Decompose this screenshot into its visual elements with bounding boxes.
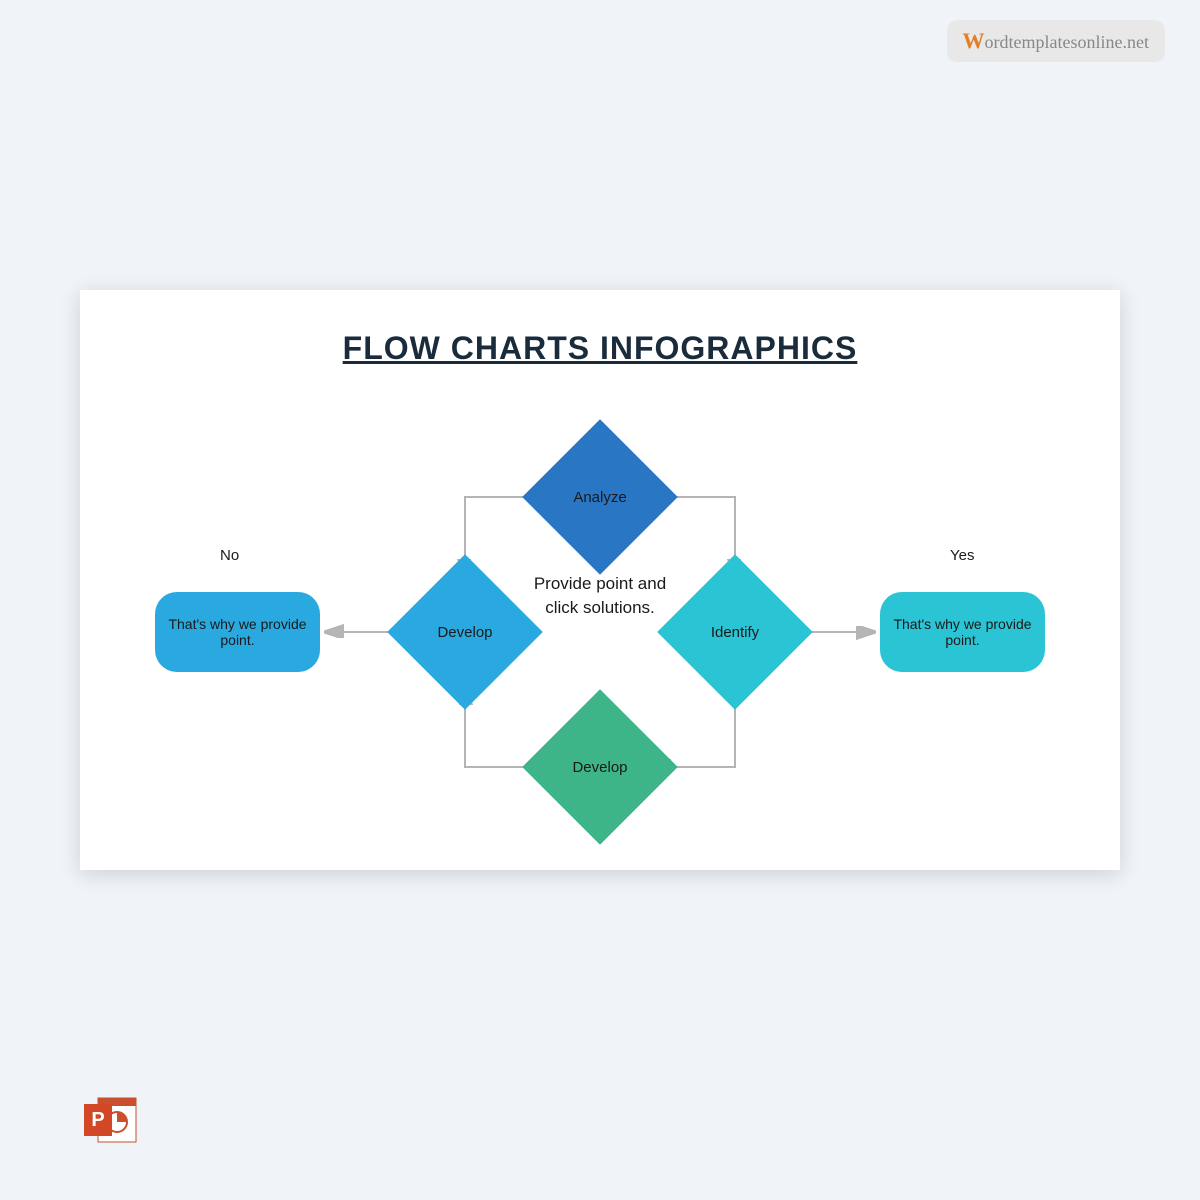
outcome-yes-text: That's why we provide point.	[890, 616, 1035, 648]
node-analyze-label: Analyze	[573, 489, 626, 506]
outcome-no-box: That's why we provide point.	[155, 592, 320, 672]
powerpoint-icon: P	[80, 1090, 140, 1150]
node-identify-label: Identify	[711, 624, 759, 641]
node-analyze: Analyze	[545, 442, 655, 552]
node-develop-left: Develop	[410, 577, 520, 687]
watermark-text: ordtemplatesonline.net	[985, 32, 1149, 52]
branch-yes-label: Yes	[950, 547, 974, 564]
node-develop-left-label: Develop	[437, 624, 492, 641]
outcome-no-text: That's why we provide point.	[165, 616, 310, 648]
node-identify: Identify	[680, 577, 790, 687]
flowchart-diagram: Analyze Develop Identify Develop Provide…	[80, 367, 1120, 847]
center-description: Provide point and click solutions.	[525, 572, 675, 620]
slide-title: FLOW CHARTS INFOGRAPHICS	[80, 330, 1120, 367]
watermark-letter: W	[963, 28, 985, 53]
slide-container: FLOW CHARTS INFOGRAPHICS Anal	[80, 290, 1120, 870]
node-develop-bottom: Develop	[545, 712, 655, 822]
node-develop-bottom-label: Develop	[572, 759, 627, 776]
svg-text:P: P	[91, 1109, 104, 1131]
branch-no-label: No	[220, 547, 239, 564]
watermark-badge: Wordtemplatesonline.net	[947, 20, 1165, 62]
outcome-yes-box: That's why we provide point.	[880, 592, 1045, 672]
